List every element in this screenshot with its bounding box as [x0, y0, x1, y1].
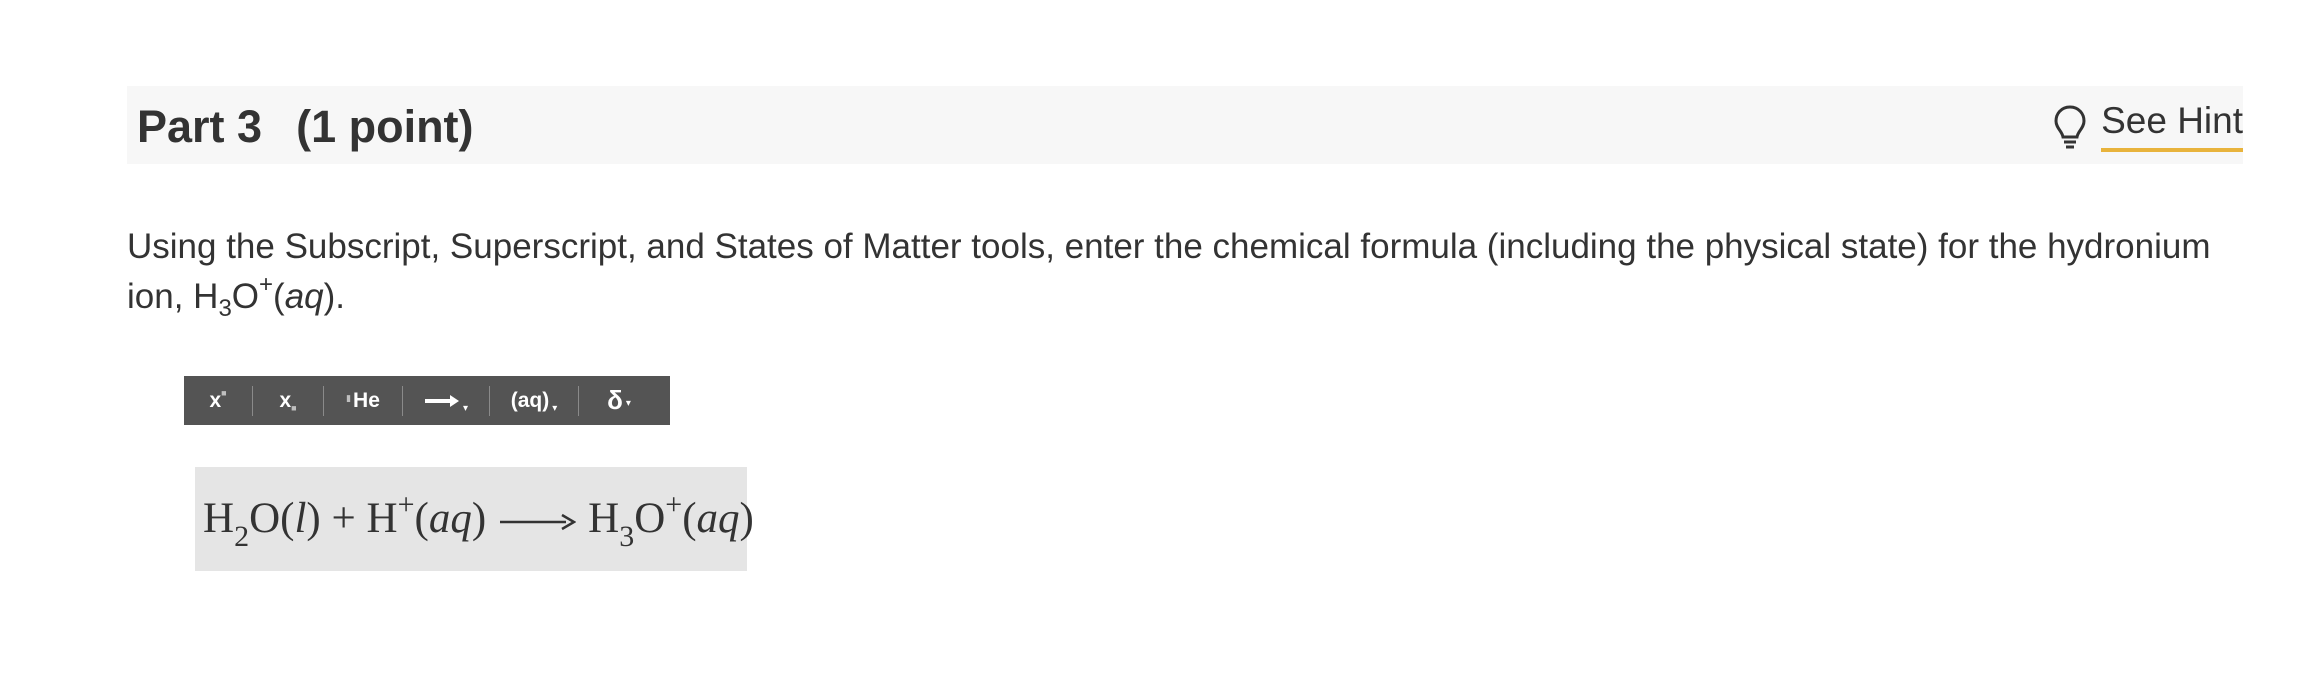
- question-formula-o: O: [231, 277, 260, 316]
- reactant-2-superscript: +: [397, 488, 415, 521]
- product-state-open: (: [682, 495, 697, 542]
- reactant-2-state: aq: [428, 495, 472, 542]
- part-number: Part 3: [137, 101, 263, 152]
- delta-dropdown[interactable]: δ ▾: [579, 376, 659, 425]
- part-header: Part 3 (1 point) See Hint: [127, 86, 2243, 164]
- reactant-2-h: H: [366, 495, 398, 542]
- question-text: Using the Subscript, Superscript, and St…: [127, 222, 2267, 322]
- reactant-1-state-close: ): [306, 495, 321, 542]
- element-button[interactable]: ▮ He: [324, 376, 402, 425]
- reactant-1-o: O: [249, 495, 281, 542]
- question-body: Using the Subscript, Superscript, and St…: [127, 227, 2211, 316]
- chevron-down-icon: ▾: [552, 403, 558, 414]
- element-label: He: [353, 388, 380, 412]
- product-h: H: [588, 495, 620, 542]
- part-points: (1 point): [296, 101, 474, 152]
- see-hint-label[interactable]: See Hint: [2101, 98, 2243, 152]
- lightbulb-icon: [2054, 105, 2086, 149]
- element-box-icon: ▮: [346, 393, 352, 403]
- states-of-matter-dropdown[interactable]: (aq) ▾: [490, 376, 578, 425]
- superscript-icon: ■: [221, 387, 227, 398]
- reactant-2-state-close: ): [471, 495, 487, 542]
- plus-sign: +: [331, 495, 356, 542]
- product-state: aq: [696, 495, 740, 542]
- delta-label: δ: [607, 385, 623, 415]
- superscript-button[interactable]: x ■: [184, 376, 252, 425]
- question-formula-h: H: [193, 277, 219, 316]
- product-o: O: [634, 495, 666, 542]
- question-formula-subscript: 3: [218, 295, 232, 322]
- chevron-down-icon: ▾: [462, 403, 469, 414]
- product-state-close: ): [739, 495, 754, 542]
- reaction-arrow-dropdown[interactable]: ▾: [403, 376, 489, 425]
- product-subscript: 3: [619, 520, 635, 553]
- subscript-label: x: [279, 388, 292, 412]
- states-label: (aq): [510, 388, 550, 412]
- reactant-1-state: l: [294, 495, 307, 542]
- answer-formula: H2O(l) + H+(aq) H3O+(aq): [203, 488, 754, 552]
- question-formula-superscript: +: [259, 271, 274, 298]
- formula-toolbar: x ■ x ■ ▮ He ▾ (aq) ▾ δ ▾: [184, 376, 670, 425]
- arrow-right-icon: [424, 394, 459, 407]
- superscript-label: x: [209, 388, 222, 412]
- chevron-down-icon: ▾: [625, 398, 631, 409]
- question-state: aq: [284, 277, 324, 316]
- subscript-button[interactable]: x ■: [253, 376, 323, 425]
- part-title: Part 3 (1 point): [137, 100, 474, 154]
- answer-input[interactable]: H2O(l) + H+(aq) H3O+(aq): [195, 467, 754, 571]
- product-superscript: +: [665, 488, 683, 521]
- reaction-arrow-icon: [500, 514, 577, 531]
- reactant-1-subscript: 2: [234, 520, 250, 553]
- reactant-1-h: H: [203, 495, 235, 542]
- question-state-open: (: [273, 277, 285, 316]
- reactant-1-state-open: (: [280, 495, 295, 542]
- question-state-close: ).: [323, 277, 346, 316]
- reactant-2-state-open: (: [414, 495, 429, 542]
- see-hint-button[interactable]: See Hint: [2053, 98, 2243, 154]
- subscript-icon: ■: [291, 402, 297, 413]
